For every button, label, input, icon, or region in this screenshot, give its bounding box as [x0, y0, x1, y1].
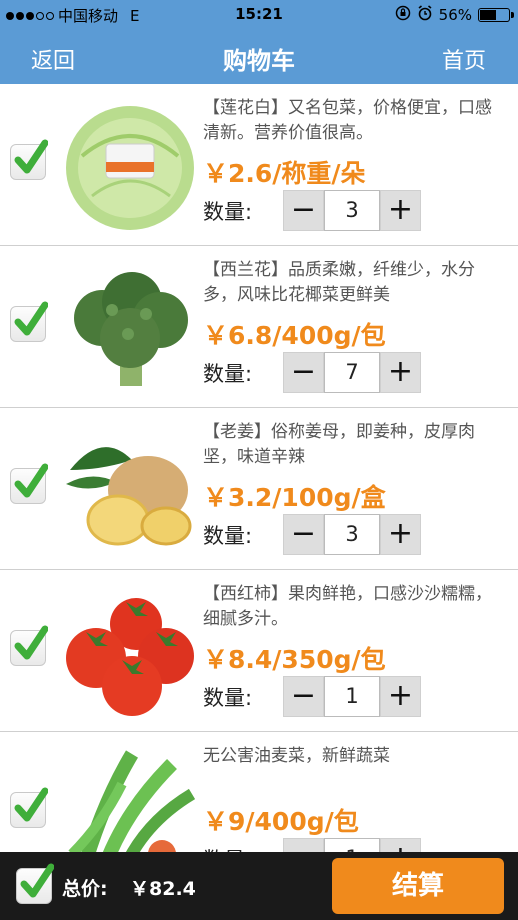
- product-price: ￥3.2/100g/盒: [203, 483, 386, 512]
- cart-item: 【老姜】俗称姜母，即姜种，皮厚肉坚，味道辛辣 ￥3.2/100g/盒 数量: −…: [0, 408, 518, 570]
- quantity-value[interactable]: 3: [324, 514, 380, 555]
- quantity-value[interactable]: 3: [324, 190, 380, 231]
- increase-button[interactable]: +: [380, 190, 421, 231]
- quantity-label: 数量:: [203, 524, 253, 548]
- product-price: ￥6.8/400g/包: [203, 321, 386, 350]
- total-price: ￥82.4: [130, 878, 196, 900]
- status-bar: 中国移动 E 15:21 56%: [0, 0, 518, 30]
- product-image[interactable]: [62, 420, 198, 558]
- quantity-label: 数量:: [203, 362, 253, 386]
- quantity-label: 数量:: [203, 686, 253, 710]
- product-description: 【莲花白】又名包菜，价格便宜，口感清新。营养价值很高。: [203, 98, 492, 143]
- quantity-value[interactable]: 7: [324, 352, 380, 393]
- alarm-icon: [417, 5, 433, 25]
- select-all-checkbox[interactable]: [16, 863, 54, 904]
- product-price: ￥8.4/350g/包: [203, 645, 386, 674]
- item-checkbox[interactable]: [10, 787, 48, 828]
- cart-item: 【莲花白】又名包菜，价格便宜，口感清新。营养价值很高。 ￥2.6/称重/朵 数量…: [0, 84, 518, 246]
- checkmark-icon: [14, 463, 48, 498]
- page-title: 购物车: [223, 47, 295, 75]
- cart-item: 【西兰花】品质柔嫩，纤维少，水分多，风味比花椰菜更鲜美 ￥6.8/400g/包 …: [0, 246, 518, 408]
- cart-item: 【西红柿】果肉鲜艳，口感沙沙糯糯，细腻多汁。 ￥8.4/350g/包 数量: −…: [0, 570, 518, 732]
- product-image[interactable]: [62, 582, 198, 720]
- checkmark-icon: [14, 625, 48, 660]
- quantity-label: 数量:: [203, 200, 253, 224]
- quantity-value[interactable]: 1: [324, 676, 380, 717]
- product-image[interactable]: [62, 258, 198, 396]
- quantity-stepper: − 1 +: [283, 676, 421, 717]
- product-description: 【西红柿】果肉鲜艳，口感沙沙糯糯，细腻多汁。: [203, 584, 492, 629]
- product-description: 【老姜】俗称姜母，即姜种，皮厚肉坚，味道辛辣: [203, 422, 475, 467]
- checkmark-icon: [14, 301, 48, 336]
- increase-button[interactable]: +: [380, 352, 421, 393]
- decrease-button[interactable]: −: [283, 352, 324, 393]
- item-checkbox[interactable]: [10, 463, 48, 504]
- product-price: ￥9/400g/包: [203, 807, 359, 836]
- rotation-lock-icon: [395, 5, 411, 25]
- quantity-stepper: − 3 +: [283, 190, 421, 231]
- item-checkbox[interactable]: [10, 139, 48, 180]
- battery-icon: [478, 8, 514, 22]
- checkmark-icon: [14, 787, 48, 822]
- item-checkbox[interactable]: [10, 301, 48, 342]
- product-description: 无公害油麦菜，新鲜蔬菜: [203, 746, 390, 766]
- checkmark-icon: [14, 139, 48, 174]
- quantity-stepper: − 7 +: [283, 352, 421, 393]
- increase-button[interactable]: +: [380, 514, 421, 555]
- decrease-button[interactable]: −: [283, 514, 324, 555]
- product-description: 【西兰花】品质柔嫩，纤维少，水分多，风味比花椰菜更鲜美: [203, 260, 475, 305]
- checkout-button[interactable]: 结算: [332, 858, 504, 914]
- increase-button[interactable]: +: [380, 676, 421, 717]
- nav-bar: 返回 购物车 首页: [0, 30, 518, 84]
- quantity-stepper: − 3 +: [283, 514, 421, 555]
- item-checkbox[interactable]: [10, 625, 48, 666]
- total-label: 总价:: [62, 878, 108, 900]
- product-price: ￥2.6/称重/朵: [203, 159, 366, 188]
- checkmark-icon: [20, 863, 54, 898]
- battery-percent: 56%: [438, 6, 472, 24]
- decrease-button[interactable]: −: [283, 190, 324, 231]
- decrease-button[interactable]: −: [283, 676, 324, 717]
- product-image[interactable]: [62, 96, 198, 234]
- home-button[interactable]: 首页: [442, 43, 486, 75]
